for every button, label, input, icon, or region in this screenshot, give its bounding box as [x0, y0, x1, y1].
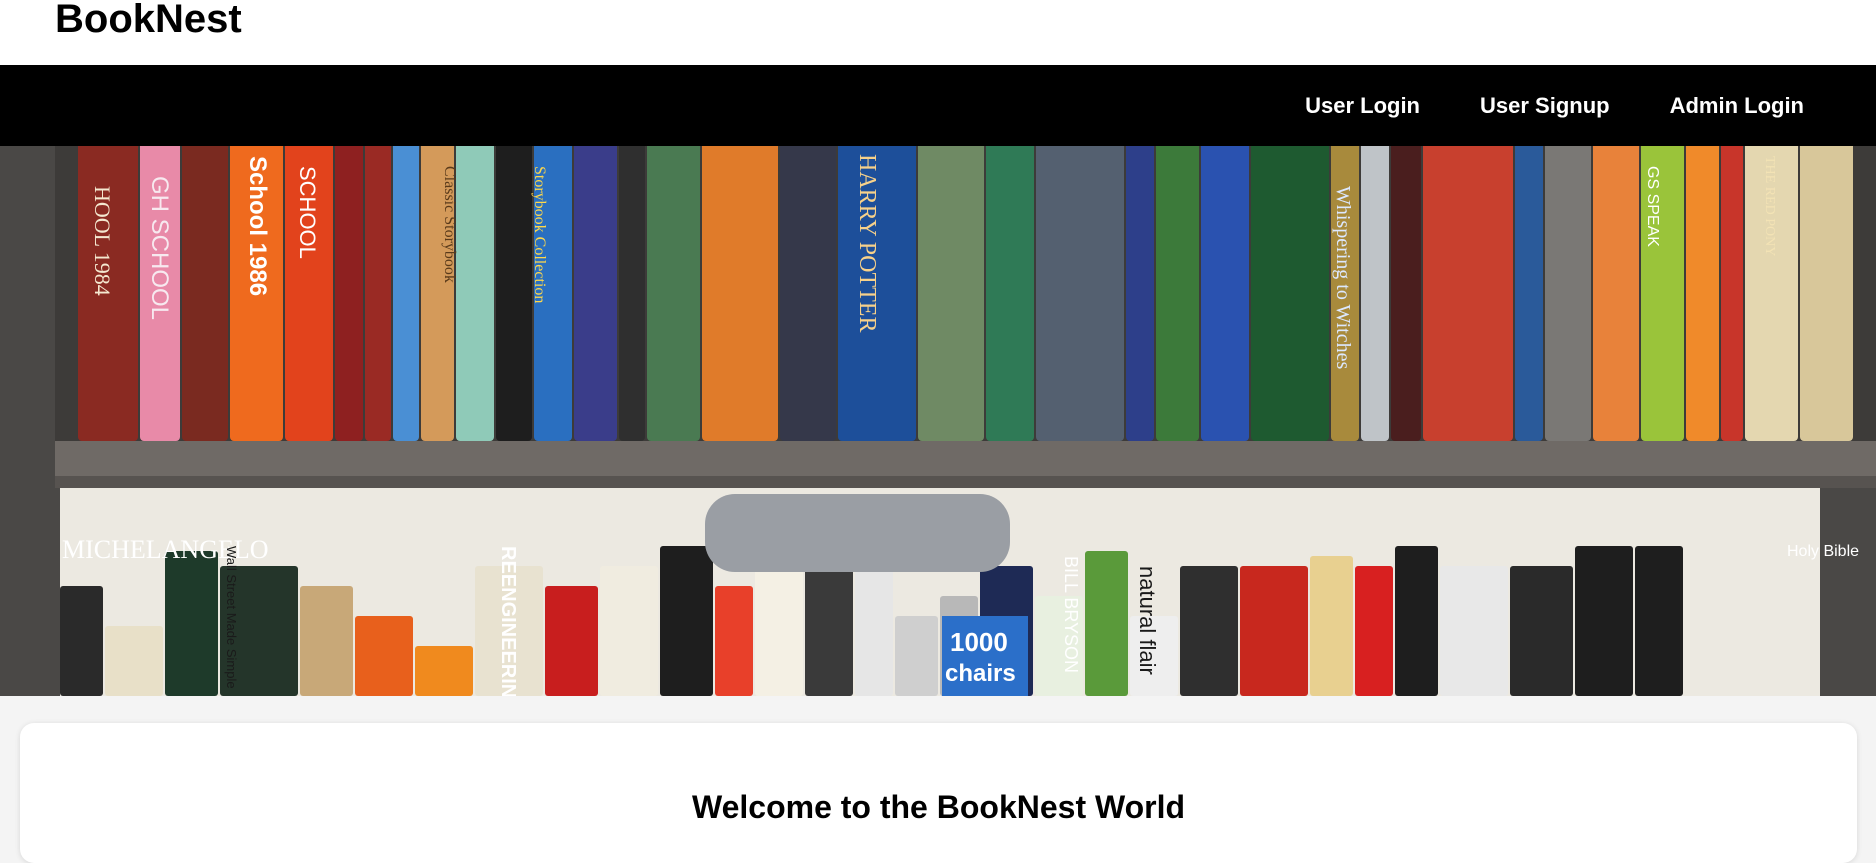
book-spine [1201, 146, 1249, 441]
book-spine [780, 146, 836, 441]
spine-label-13: REENGINEERING [497, 546, 519, 696]
book-spine [105, 626, 163, 696]
spine-label-15: natural flair [1135, 566, 1160, 675]
spine-label-10: THE RED PONY [1762, 156, 1777, 256]
book-1000-chairs-label: 1000 [950, 627, 1008, 657]
book-spine [496, 146, 532, 441]
book-spine [1800, 146, 1853, 441]
spine-label-4: SCHOOL [295, 166, 320, 259]
bookshelf-illustration: HOOL 1984 GH SCHOOL School 1986 SCHOOL C… [0, 146, 1876, 696]
book-spine [1156, 146, 1199, 441]
book-spine [715, 586, 753, 696]
book-spine [1310, 556, 1353, 696]
spine-label-16: Holy Bible [1787, 543, 1859, 560]
book-spine [182, 146, 228, 441]
main-navbar: User Login User Signup Admin Login [0, 65, 1876, 146]
brand-logo-text[interactable]: BookNest [55, 0, 242, 42]
book-spine [895, 616, 938, 696]
nav-links: User Login User Signup Admin Login [1305, 65, 1804, 146]
book-spine [702, 146, 778, 441]
book-spine [1180, 566, 1238, 696]
book-spine [1575, 546, 1633, 696]
book-spine [1240, 566, 1308, 696]
book-spine [1361, 146, 1389, 441]
spine-label-7: HARRY POTTER [854, 154, 880, 332]
book-spine [600, 566, 658, 696]
spine-label-12: Wall Street Made Simple [224, 546, 239, 689]
book-spine [355, 616, 413, 696]
spine-label-6: Storybook Collection [531, 166, 548, 303]
book-spine [660, 546, 713, 696]
book-spine [1126, 146, 1154, 441]
book-spine [1510, 566, 1573, 696]
book-spine [165, 551, 218, 696]
book-spine [1721, 146, 1743, 441]
book-spine [918, 146, 984, 441]
book-spine [1391, 146, 1421, 441]
spine-label-8: Whispering to Witches [1332, 186, 1354, 369]
book-spine [1251, 146, 1329, 441]
book-spine [986, 146, 1034, 441]
book-spine [1515, 146, 1543, 441]
book-spine [1686, 146, 1719, 441]
book-spine [60, 586, 103, 696]
spine-label-14: BILL BRYSON [1061, 556, 1081, 673]
welcome-heading: Welcome to the BookNest World [691, 789, 1186, 825]
hero-bookshelf-image: HOOL 1984 GH SCHOOL School 1986 SCHOOL C… [0, 146, 1876, 696]
book-spine [1036, 146, 1124, 441]
spine-label-3: School 1986 [244, 156, 271, 296]
book-spine [545, 586, 598, 696]
book-spine [456, 146, 494, 441]
book-spine [335, 146, 363, 441]
book-spine [1545, 146, 1591, 441]
book-1000-chairs-label2: chairs [945, 660, 1016, 687]
metal-cylinder-bookend [705, 494, 1010, 572]
book-spine [1355, 566, 1393, 696]
book-spine [1085, 551, 1128, 696]
book-spine [1635, 546, 1683, 696]
book-spine [415, 646, 473, 696]
nav-admin-login-link[interactable]: Admin Login [1670, 93, 1804, 119]
book-spine [574, 146, 617, 441]
book-spine [755, 566, 803, 696]
book-spine [619, 146, 645, 441]
book-spine [1395, 546, 1438, 696]
spine-label-9: GS SPEAK [1644, 166, 1661, 247]
nav-user-login-link[interactable]: User Login [1305, 93, 1420, 119]
spine-label-2: GH SCHOOL [146, 176, 173, 320]
nav-user-signup-link[interactable]: User Signup [1480, 93, 1610, 119]
book-spine [855, 566, 893, 696]
top-row-books [78, 146, 1853, 441]
book-spine [1440, 566, 1508, 696]
book-spine [300, 586, 353, 696]
welcome-card: Welcome to the BookNest World [20, 723, 1857, 863]
book-spine [647, 146, 700, 441]
book-spine [1423, 146, 1513, 441]
book-spine [365, 146, 391, 441]
shelf-plank-edge [55, 476, 1876, 488]
top-header: BookNest [0, 0, 1876, 65]
spine-label-5: Classic Storybook [441, 166, 458, 283]
book-spine [393, 146, 419, 441]
book-spine [1593, 146, 1639, 441]
spine-label-1: HOOL 1984 [90, 186, 115, 296]
